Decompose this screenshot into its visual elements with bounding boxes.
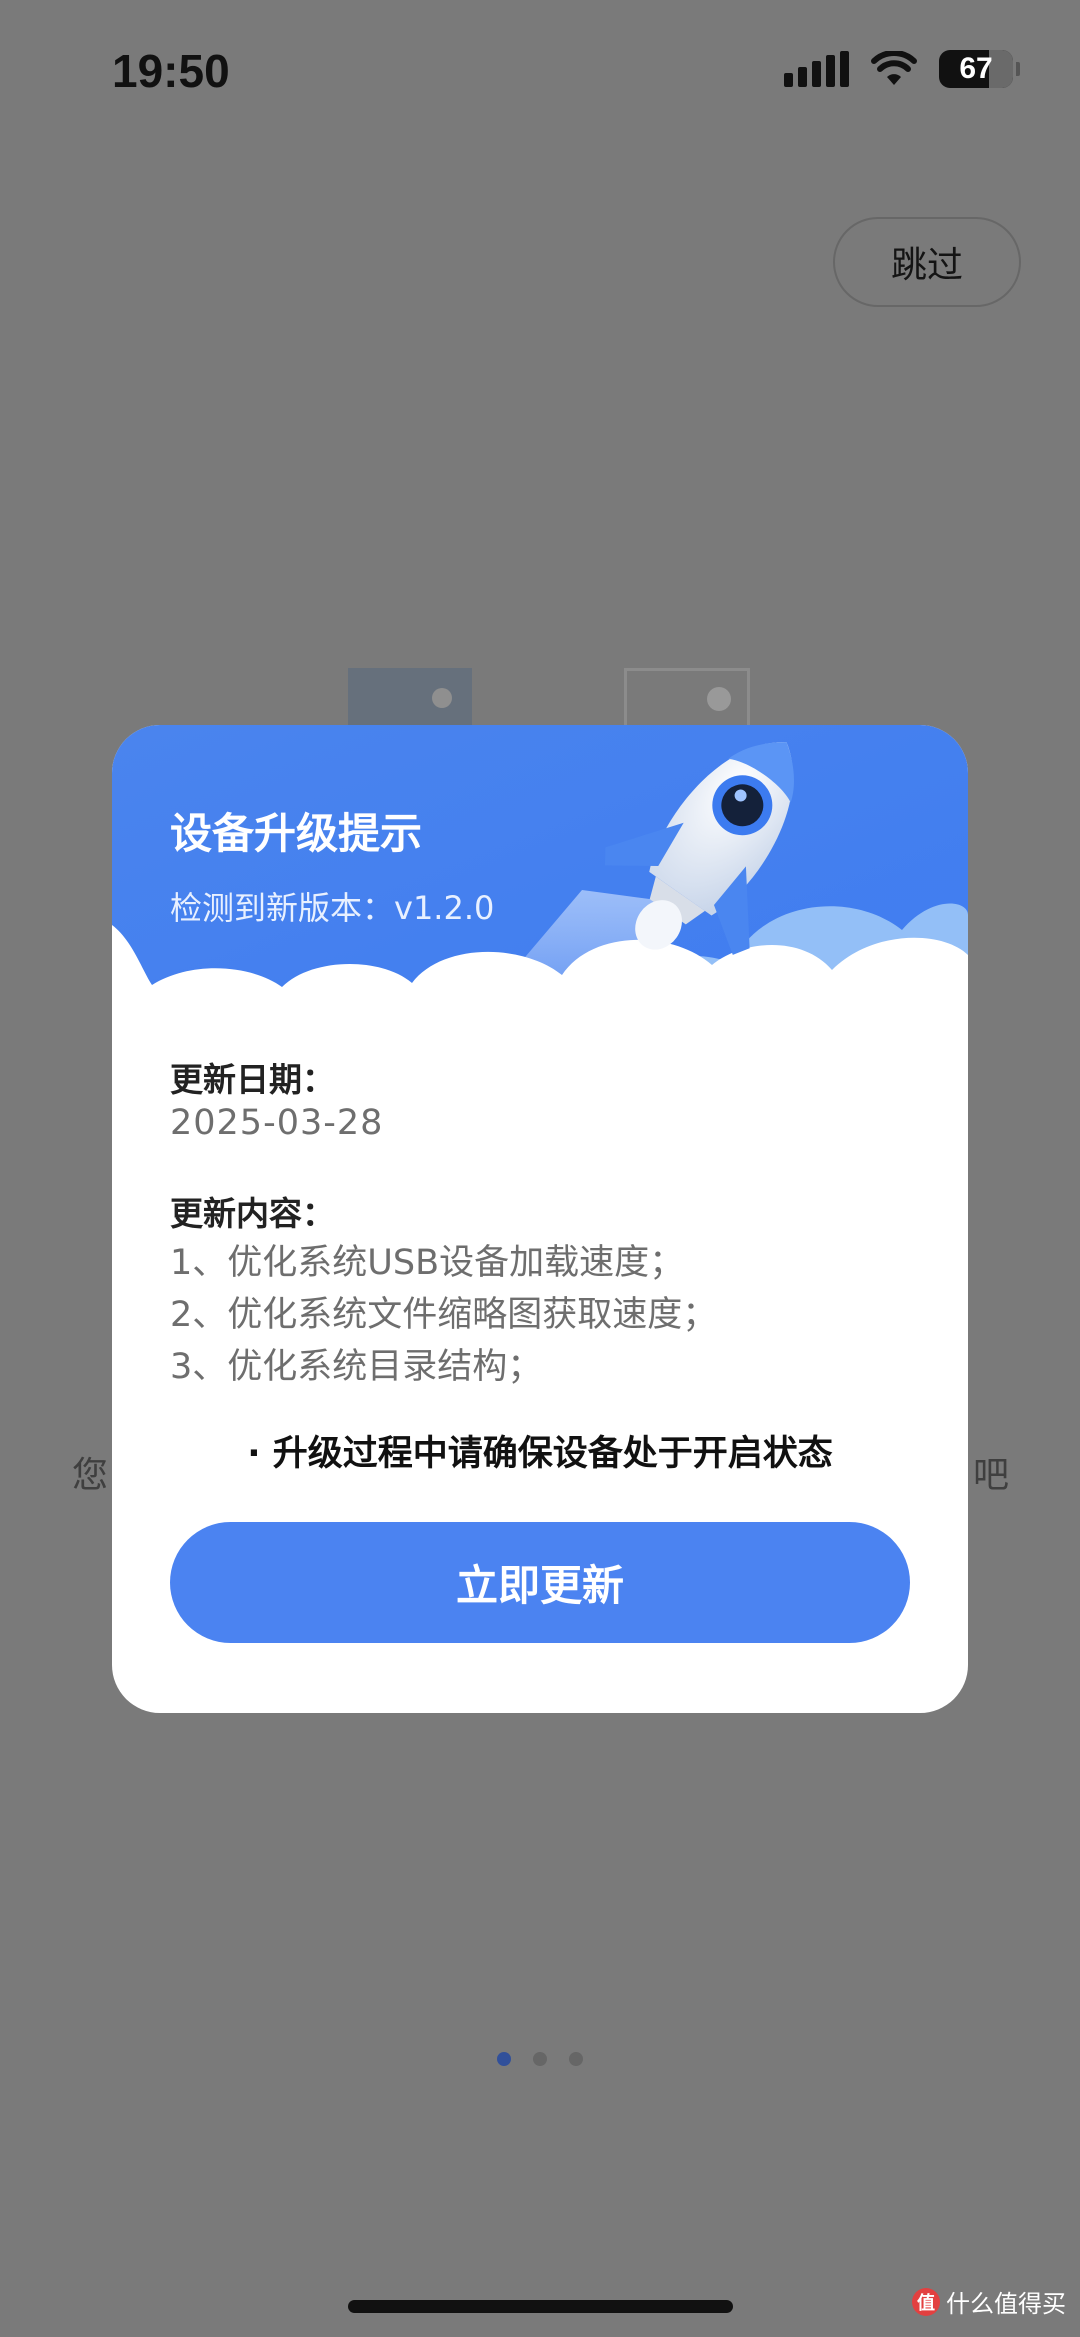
home-indicator[interactable] (348, 2300, 733, 2313)
status-time: 19:50 (112, 45, 230, 97)
signal-icon (784, 51, 849, 87)
battery-level: 67 (959, 52, 993, 85)
update-date-label: 更新日期： (170, 1060, 335, 1099)
dialog-version-text: 检测到新版本：v1.2.0 (170, 889, 495, 927)
status-icons: 67 (784, 50, 1020, 88)
list-item: 1、优化系统USB设备加载速度； (170, 1243, 685, 1283)
list-item: 3、优化系统目录结构； (170, 1347, 543, 1387)
update-content-label: 更新内容： (170, 1194, 335, 1233)
watermark-text: 什么值得买 (946, 2290, 1066, 2318)
page-dot (533, 2052, 547, 2066)
update-content-list: 1、优化系统USB设备加载速度； 2、优化系统文件缩略图获取速度； 3、优化系统… (170, 1237, 717, 1393)
battery-icon: 67 (939, 50, 1013, 88)
onboarding-text: 吧 (973, 1455, 1010, 1496)
upgrade-dialog: 设备升级提示 检测到新版本：v1.2.0 更新日期： 2025-03-28 更新… (112, 725, 968, 1713)
update-date-value: 2025-03-28 (170, 1103, 384, 1143)
watermark-logo: 值 (912, 2287, 940, 2316)
upgrade-notice: · 升级过程中请确保设备处于开启状态 (247, 1434, 833, 1474)
page-dot-active (497, 2052, 511, 2066)
skip-button[interactable]: 跳过 (833, 217, 1021, 307)
dialog-title: 设备升级提示 (170, 809, 423, 858)
page-dot (569, 2052, 583, 2066)
onboarding-text: 您 (72, 1455, 109, 1496)
wifi-icon (871, 51, 917, 85)
page-indicator (0, 2052, 1080, 2066)
update-now-button[interactable]: 立即更新 (170, 1522, 910, 1643)
list-item: 2、优化系统文件缩略图获取速度； (170, 1295, 718, 1335)
watermark: 值 什么值得买 (912, 2284, 1066, 2319)
